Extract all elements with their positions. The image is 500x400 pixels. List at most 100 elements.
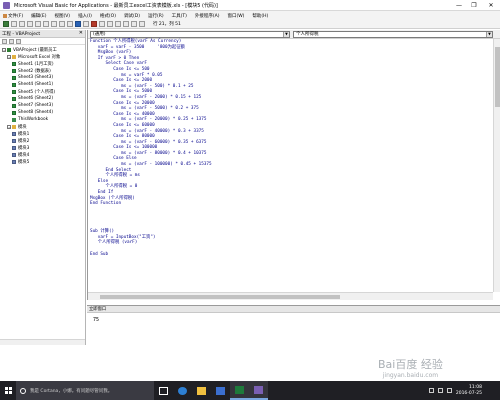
properties-icon[interactable] (115, 21, 121, 27)
sheet-icon (12, 110, 16, 115)
toolbox-icon[interactable] (131, 21, 137, 27)
folder-icon (12, 54, 16, 59)
expand-toggle-icon[interactable]: − (2, 47, 6, 52)
close-icon[interactable]: ✕ (79, 30, 83, 36)
expand-toggle-icon[interactable]: − (7, 54, 11, 59)
store-button[interactable] (211, 381, 230, 400)
menu-debug[interactable]: 调试(D) (124, 13, 140, 19)
find-icon[interactable] (51, 21, 57, 27)
file-explorer-button[interactable] (192, 381, 211, 400)
redo-icon[interactable] (67, 21, 73, 27)
run-icon[interactable] (75, 21, 81, 27)
menu-help[interactable]: 帮助(H) (252, 13, 268, 19)
clock[interactable]: 11:08 2016-07-25 (456, 385, 482, 397)
vertical-scrollbar[interactable] (493, 39, 500, 292)
project-icon (7, 47, 11, 52)
tree-item-label: Sheet4 (Sheet1) (18, 82, 54, 87)
edge-button[interactable] (173, 381, 192, 400)
scroll-thumb[interactable] (495, 47, 500, 107)
undo-icon[interactable] (59, 21, 65, 27)
cortana-search-box[interactable]: 我是 Cortana，小娜。有问题尽管问我。 (16, 381, 154, 400)
module-icon (12, 138, 16, 143)
sheet-icon (12, 61, 16, 66)
tree-item[interactable]: Sheet5 (个人所得) (0, 88, 85, 95)
tree-item-label: 模块2 (18, 138, 30, 144)
tree-item[interactable]: Sheet2 (数据表) (0, 67, 85, 74)
horizontal-scrollbar[interactable] (88, 292, 493, 300)
close-button[interactable]: ✕ (484, 0, 498, 11)
menu-edit[interactable]: 编辑(E) (31, 13, 46, 19)
code-line[interactable]: End Sub (88, 252, 493, 258)
system-tray: 11:08 2016-07-25 (428, 381, 500, 400)
excel-view-icon[interactable] (3, 21, 9, 27)
cortana-icon (20, 387, 26, 394)
tree-item[interactable]: 模块4 (0, 151, 85, 158)
tree-item-label: Sheet3 (Sheet3) (18, 75, 54, 80)
sheet-icon (12, 96, 16, 101)
menu-tools[interactable]: 工具(T) (172, 13, 187, 19)
toggle-folders-icon[interactable] (16, 38, 21, 44)
excel-button[interactable] (230, 381, 249, 400)
tree-item[interactable]: − VBAProject (最新员工 (0, 46, 85, 53)
menu-insert[interactable]: 插入(I) (78, 13, 92, 19)
code-editor[interactable]: Function 个人所得税(varF As Currency) varF = … (88, 39, 493, 292)
expand-toggle-icon[interactable]: − (7, 124, 11, 129)
menu-window[interactable]: 窗口(W) (227, 13, 244, 19)
tree-item[interactable]: 模块1 (0, 130, 85, 137)
copy-icon[interactable] (35, 21, 41, 27)
project-explorer: 工程 - VBAProject ✕ − VBAProject (最新员工 − Micr… (0, 30, 86, 345)
tree-item[interactable]: − 模块 (0, 123, 85, 130)
tree-item[interactable]: Sheet3 (Sheet3) (0, 74, 85, 81)
module-icon (12, 152, 16, 157)
tree-item[interactable]: Sheet6 (Sheet2) (0, 95, 85, 102)
tree-item-label: Sheet6 (Sheet2) (18, 96, 54, 101)
horizontal-scrollbar[interactable] (0, 339, 85, 345)
design-mode-icon[interactable] (99, 21, 105, 27)
minimize-button[interactable]: — (452, 0, 466, 11)
tree-item-label: Sheet1 (1月工资) (18, 61, 54, 67)
scroll-thumb[interactable] (100, 295, 340, 299)
cut-icon[interactable] (27, 21, 33, 27)
vba-app-icon (3, 1, 10, 9)
tree-item-label: 模块5 (18, 159, 30, 165)
menu-addins[interactable]: 外接程序(A) (195, 13, 220, 19)
menu-file[interactable]: 文件(F) (3, 13, 23, 19)
tree-item[interactable]: − Microsoft Excel 对象 (0, 53, 85, 60)
title-bar: Microsoft Visual Basic for Applications … (0, 0, 500, 11)
reset-icon[interactable] (91, 21, 97, 27)
tree-item[interactable]: 模块2 (0, 137, 85, 144)
object-browser-icon[interactable] (123, 21, 129, 27)
tree-item-label: VBAProject (最新员工 (13, 47, 57, 53)
tree-item[interactable]: 模块5 (0, 158, 85, 165)
tree-item-label: Microsoft Excel 对象 (18, 54, 61, 60)
vba-button[interactable] (249, 381, 268, 400)
tree-item[interactable]: Sheet8 (Sheet4) (0, 109, 85, 116)
tree-item[interactable]: Sheet7 (Sheet3) (0, 102, 85, 109)
view-code-icon[interactable] (2, 38, 7, 44)
sheet-icon (12, 89, 16, 94)
network-icon[interactable] (428, 388, 434, 393)
insert-module-icon[interactable] (11, 21, 17, 27)
help-icon[interactable] (139, 21, 145, 27)
project-explorer-icon[interactable] (107, 21, 113, 27)
tree-item[interactable]: Sheet4 (Sheet1) (0, 81, 85, 88)
menu-view[interactable]: 视图(V) (54, 13, 70, 19)
menu-format[interactable]: 格式(O) (100, 13, 116, 19)
start-button[interactable] (0, 381, 16, 400)
paste-icon[interactable] (43, 21, 49, 27)
task-view-button[interactable] (154, 381, 173, 400)
ime-icon[interactable] (446, 388, 452, 393)
procedure-dropdown[interactable]: 个人所得税 ▼ (293, 30, 493, 38)
immediate-output[interactable]: 75 (87, 313, 500, 327)
menu-run[interactable]: 运行(R) (148, 13, 164, 19)
tree-item[interactable]: 模块3 (0, 144, 85, 151)
object-dropdown[interactable]: (通用) ▼ (90, 30, 290, 38)
tree-item[interactable]: Sheet1 (1月工资) (0, 60, 85, 67)
volume-icon[interactable] (437, 388, 443, 393)
tree-item[interactable]: ThisWorkbook (0, 116, 85, 123)
break-icon[interactable] (83, 21, 89, 27)
module-icon (12, 159, 16, 164)
maximize-button[interactable]: ❐ (467, 0, 481, 11)
view-object-icon[interactable] (9, 38, 14, 44)
save-icon[interactable] (19, 21, 25, 27)
